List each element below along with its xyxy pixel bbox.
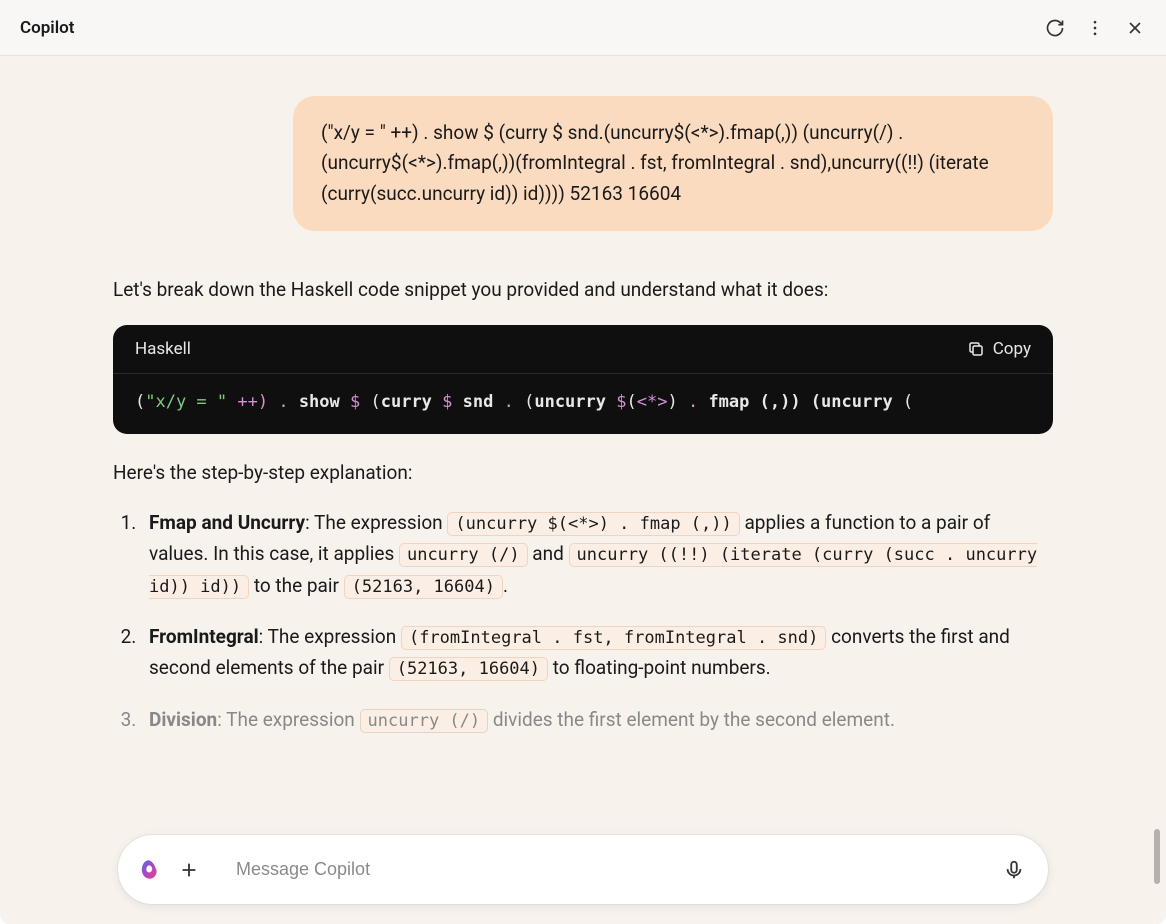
code-token: ( — [627, 392, 637, 412]
code-token — [432, 392, 442, 412]
message-input[interactable] — [216, 847, 986, 892]
step-intro: Here's the step-by-step explanation: — [113, 458, 1053, 487]
code-language-label: Haskell — [135, 339, 191, 359]
step-1-title: Fmap and Uncurry — [149, 511, 305, 534]
app-title: Copilot — [20, 18, 74, 38]
copilot-logo-icon — [136, 857, 162, 883]
code-token: uncurry — [821, 392, 893, 412]
code-header: Haskell Copy — [113, 325, 1053, 374]
refresh-icon[interactable] — [1044, 17, 1066, 39]
step-2: FromIntegral: The expression (fromIntegr… — [141, 621, 1053, 684]
code-token: . — [278, 392, 288, 412]
step-text: : The expression — [305, 511, 447, 534]
input-bar — [118, 835, 1048, 904]
code-token — [606, 392, 616, 412]
code-token: ( — [135, 392, 145, 412]
code-token: ( — [514, 392, 534, 412]
step-3: Division: The expression uncurry (/) div… — [141, 704, 1053, 735]
titlebar: Copilot — [0, 0, 1166, 56]
copy-label: Copy — [993, 339, 1031, 359]
step-text: . — [503, 574, 508, 597]
step-1: Fmap and Uncurry: The expression (uncurr… — [141, 507, 1053, 601]
code-block: Haskell Copy ("x/y = " ++) . show $ (cur… — [113, 325, 1053, 434]
code-token: ( — [893, 392, 913, 412]
code-token: $ — [616, 392, 626, 412]
code-token: curry — [381, 392, 432, 412]
inline-code: uncurry (/) — [360, 709, 489, 733]
step-text: : The expression — [217, 708, 359, 731]
chat-content: ("x/y = " ++) . show $ (curry $ snd.(unc… — [0, 56, 1166, 924]
microphone-icon[interactable] — [998, 854, 1030, 886]
step-3-title: Division — [149, 708, 217, 731]
code-token: ( — [360, 392, 380, 412]
code-token: $ — [442, 392, 452, 412]
step-text: to the pair — [249, 574, 344, 597]
code-token: . — [688, 392, 698, 412]
code-token: <*> — [637, 392, 668, 412]
code-token: show — [289, 392, 350, 412]
code-token: ++) — [227, 392, 278, 412]
assistant-intro: Let's break down the Haskell code snippe… — [113, 275, 1053, 304]
inline-code: (52163, 16604) — [389, 657, 548, 681]
code-token: snd — [452, 392, 503, 412]
inline-code: (fromIntegral . fst, fromIntegral . snd) — [401, 626, 826, 650]
step-text: to floating-point numbers. — [548, 656, 771, 679]
copy-button[interactable]: Copy — [967, 339, 1031, 359]
code-content[interactable]: ("x/y = " ++) . show $ (curry $ snd . (u… — [113, 374, 1053, 434]
titlebar-actions — [1044, 17, 1146, 39]
step-list: Fmap and Uncurry: The expression (uncurr… — [113, 507, 1053, 735]
step-2-title: FromIntegral — [149, 625, 259, 648]
step-text: divides the first element by the second … — [488, 708, 895, 731]
step-text: and — [528, 542, 569, 565]
inline-code: (52163, 16604) — [344, 575, 503, 599]
inline-code: (uncurry $(<*>) . fmap (,)) — [447, 512, 739, 536]
code-token: uncurry — [534, 392, 606, 412]
more-icon[interactable] — [1084, 17, 1106, 39]
scrollbar-thumb[interactable] — [1154, 829, 1160, 884]
code-token: ) — [667, 392, 687, 412]
step-text: : The expression — [259, 625, 401, 648]
user-message: ("x/y = " ++) . show $ (curry $ snd.(unc… — [293, 96, 1053, 231]
plus-icon[interactable] — [174, 855, 204, 885]
code-token: . — [504, 392, 514, 412]
code-token: fmap (,)) ( — [698, 392, 821, 412]
inline-code: uncurry (/) — [399, 543, 528, 567]
close-icon[interactable] — [1124, 17, 1146, 39]
code-token: $ — [350, 392, 360, 412]
code-token: "x/y = " — [145, 392, 227, 412]
